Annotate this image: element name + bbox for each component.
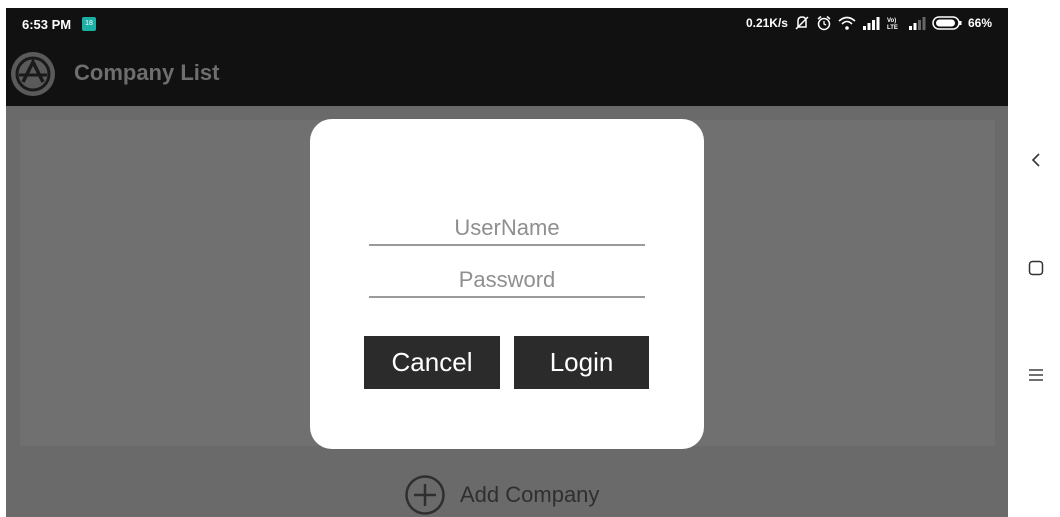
status-time: 6:53 PM xyxy=(22,17,72,32)
signal-weak-icon xyxy=(908,17,926,30)
login-dialog: Cancel Login xyxy=(310,119,704,449)
login-button[interactable]: Login xyxy=(514,336,649,389)
svg-text:Vo): Vo) xyxy=(887,18,896,24)
home-icon[interactable] xyxy=(1028,260,1044,276)
status-bar: 6:53 PM 18 0.21K/s Vo) LTE 66% xyxy=(6,8,1008,40)
svg-text:LTE: LTE xyxy=(887,25,898,30)
alarm-icon xyxy=(817,15,831,31)
status-indicators: 0.21K/s Vo) LTE 66% xyxy=(746,15,992,31)
username-field[interactable] xyxy=(369,212,645,246)
battery-percent: 66% xyxy=(967,16,992,30)
add-company-label: Add Company xyxy=(460,482,600,507)
company-logo-icon xyxy=(11,52,55,96)
network-speed: 0.21K/s xyxy=(745,16,788,30)
cancel-button[interactable]: Cancel xyxy=(364,336,500,389)
signal-icon xyxy=(862,17,880,30)
menu-icon[interactable] xyxy=(1028,367,1044,383)
mute-icon xyxy=(795,16,809,30)
add-company-button[interactable]: Add Company xyxy=(404,474,599,516)
battery-icon xyxy=(932,16,962,30)
app-bar: Company List xyxy=(6,40,1008,106)
notification-icon: 18 xyxy=(82,17,96,31)
wifi-icon xyxy=(838,16,856,30)
back-icon[interactable] xyxy=(1028,152,1044,168)
volte-icon: Vo) LTE xyxy=(887,18,898,30)
navigation-bar xyxy=(1008,0,1060,517)
page-title: Company List xyxy=(74,60,220,85)
password-field[interactable] xyxy=(369,264,645,298)
plus-circle-icon xyxy=(405,475,445,515)
